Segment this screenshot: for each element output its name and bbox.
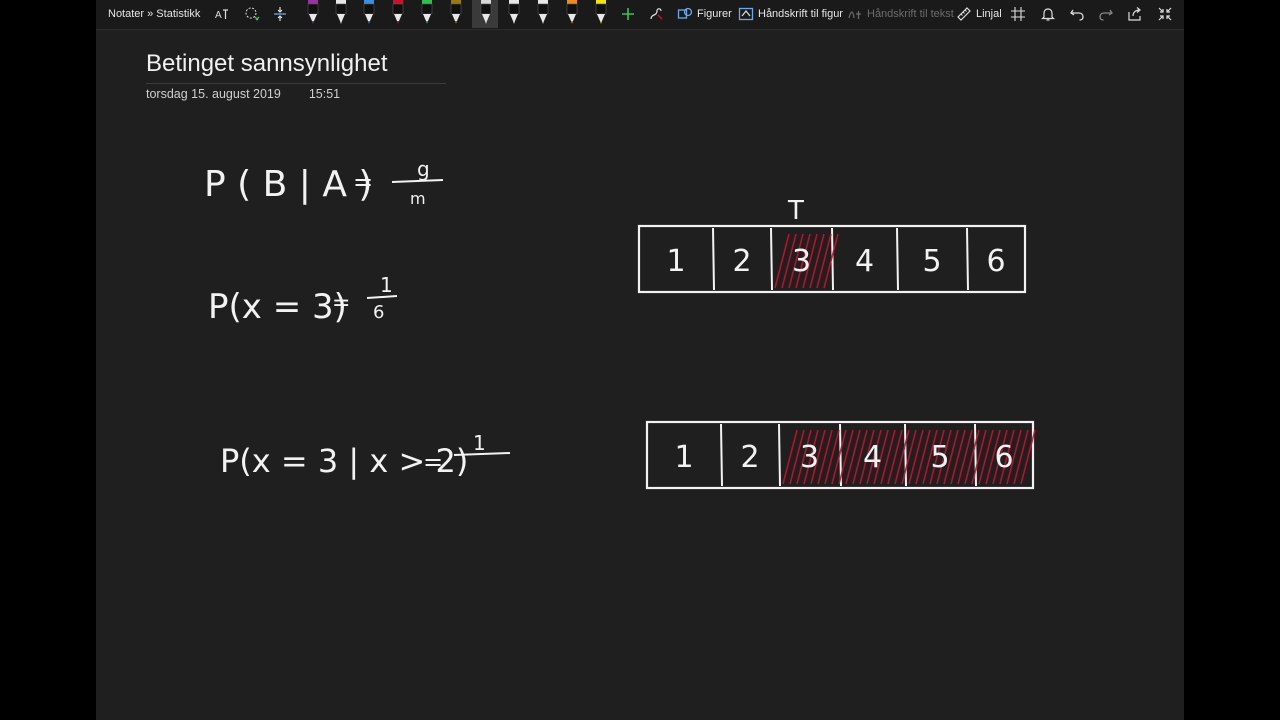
onenote-window: Notater » Statistikk A Figurer Håndskrif… <box>96 0 1184 720</box>
die-face-1: 1 <box>674 440 693 475</box>
cell-divider <box>720 423 723 487</box>
die-face-5: 5 <box>922 244 941 279</box>
ink-canvas[interactable]: P ( B | A ) = g m P(x = 3) = 1 6 P(x = 3… <box>96 0 1184 720</box>
eq2-denominator: 6 <box>373 302 384 323</box>
cell-divider <box>778 423 781 487</box>
cell-divider <box>904 423 907 487</box>
eq3-numerator: 1 <box>473 431 486 455</box>
eq1-left: P ( B | A ) <box>204 164 372 205</box>
eq2-equals: = <box>332 291 350 316</box>
die-face-4: 4 <box>855 244 874 279</box>
die-face-3: 3 <box>800 440 819 475</box>
cell-divider <box>896 227 899 291</box>
eq3-equals: = <box>423 448 443 476</box>
eq1-fraction-line <box>391 179 444 183</box>
eq2-fraction-line <box>366 295 398 299</box>
eq1-numerator: g <box>417 157 430 181</box>
die-face-1: 1 <box>666 244 685 279</box>
eq1-denominator: m <box>410 189 426 208</box>
cell-divider <box>770 227 773 291</box>
die-face-3: 3 <box>792 244 811 279</box>
die-face-6: 6 <box>986 244 1005 279</box>
die-face-2: 2 <box>732 244 751 279</box>
cell-divider <box>974 423 977 487</box>
eq2-numerator: 1 <box>380 273 393 297</box>
cell-divider <box>966 227 969 291</box>
die-outcomes-box-1: 1 2 3 4 5 6 <box>637 224 1027 294</box>
die-face-2: 2 <box>740 440 759 475</box>
eq2-left: P(x = 3) <box>208 287 347 327</box>
die-face-4: 4 <box>863 440 882 475</box>
die-face-6: 6 <box>994 440 1013 475</box>
sample-space-label: T <box>787 196 804 226</box>
cell-divider <box>712 227 715 291</box>
die-outcomes-box-2: 1 2 3 4 5 6 <box>645 420 1036 490</box>
eq1-equals: = <box>353 168 373 196</box>
die-face-5: 5 <box>930 440 949 475</box>
